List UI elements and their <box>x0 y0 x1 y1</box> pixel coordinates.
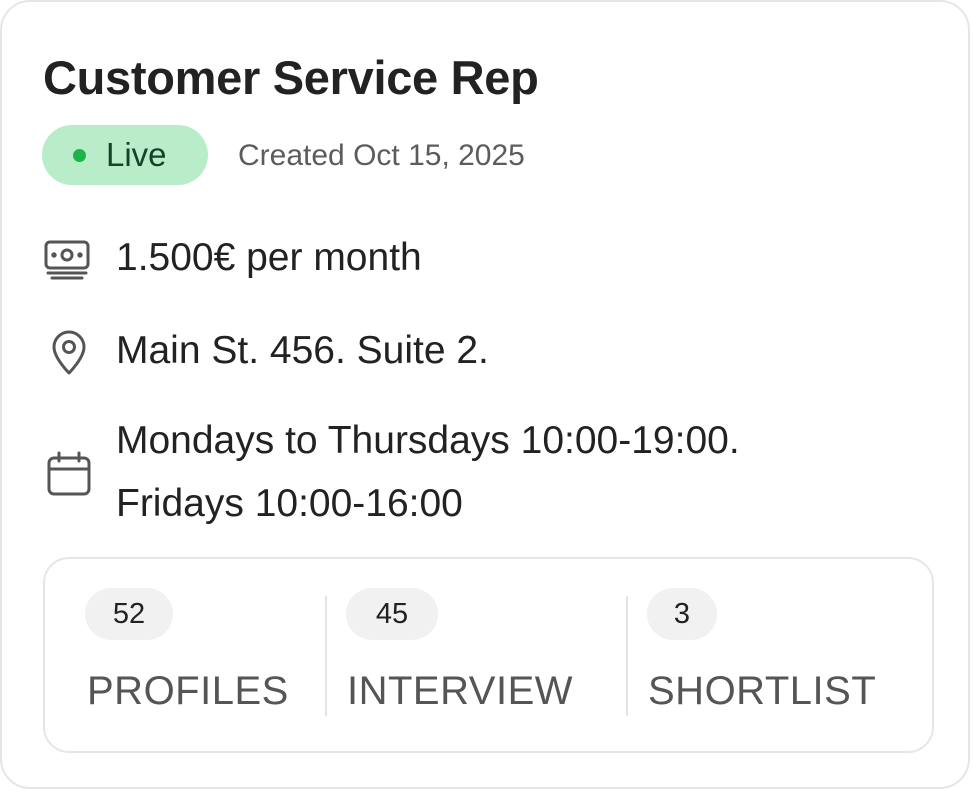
interview-count: 45 <box>346 588 438 640</box>
shortlist-count: 3 <box>647 588 717 640</box>
stats-divider <box>325 596 327 716</box>
status-dot <box>73 148 86 162</box>
interview-label: INTERVIEW <box>347 669 574 713</box>
calendar-icon <box>45 450 93 498</box>
created-date: Created Oct 15, 2025 <box>238 139 525 172</box>
location-pin-icon <box>45 328 93 376</box>
salary-text: 1.500€ per month <box>116 236 422 279</box>
profiles-label: PROFILES <box>87 669 289 713</box>
address-text: Main St. 456. Suite 2. <box>116 329 489 372</box>
status-label: Live <box>106 136 167 173</box>
schedule-line-1: Mondays to Thursdays 10:00-19:00. <box>116 419 740 462</box>
status-badge: Live <box>42 125 208 185</box>
stats-divider <box>626 596 628 716</box>
shortlist-label: SHORTLIST <box>648 669 877 713</box>
schedule-line-2: Fridays 10:00-16:00 <box>116 482 463 525</box>
profiles-count: 52 <box>85 588 173 640</box>
job-card[interactable]: Customer Service Rep Live Created Oct 15… <box>0 0 970 789</box>
money-icon <box>43 235 91 283</box>
pipeline-stats: 52 PROFILES 45 INTERVIEW 3 SHORTLIST <box>43 557 934 753</box>
job-title: Customer Service Rep <box>43 51 539 104</box>
